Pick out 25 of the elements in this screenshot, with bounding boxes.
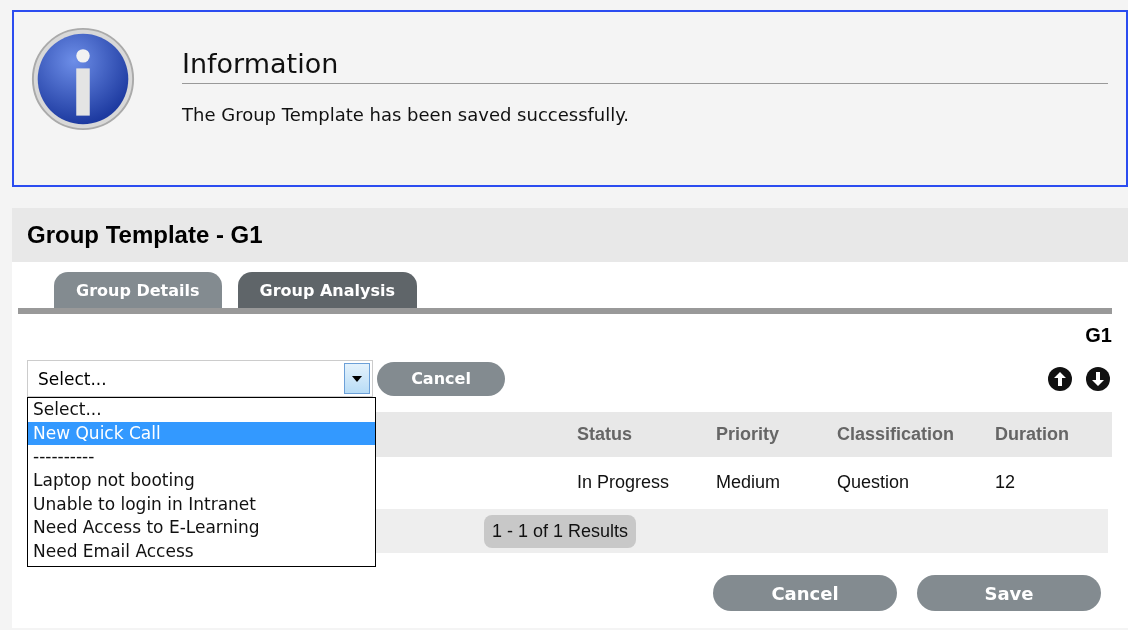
arrow-down-icon[interactable]	[1086, 366, 1110, 391]
column-header: Status	[577, 424, 633, 445]
reference-label: G1	[1085, 324, 1112, 346]
dropdown-option[interactable]: ----------	[28, 445, 375, 470]
dropdown-option[interactable]: Laptop not booting	[28, 469, 375, 493]
info-icon	[30, 26, 136, 132]
info-message: The Group Template has been saved successfully.	[182, 104, 631, 125]
dropdown-option[interactable]: Need Access to E-Learning	[28, 516, 375, 541]
dropdown-option[interactable]: Need Email Access	[28, 540, 375, 564]
results-count: 1 - 1 of 1 Results	[484, 514, 637, 548]
table-cell-text: In Progress	[577, 471, 671, 493]
template-dropdown[interactable]: Select...	[27, 360, 373, 397]
panel-title: Group Template - G1	[27, 221, 263, 249]
table-cell-text: Question	[837, 471, 911, 493]
dropdown-option[interactable]: Select...	[28, 398, 375, 422]
table-cell-text: 12	[995, 471, 1017, 493]
arrow-up-icon[interactable]	[1048, 366, 1072, 391]
column-header: Duration	[995, 424, 1070, 445]
column-header: Classification	[837, 424, 956, 445]
column-header: Priority	[716, 424, 781, 445]
info-title: Information	[182, 48, 1108, 84]
dropdown-option[interactable]: Unable to login in Intranet	[28, 492, 375, 517]
tab[interactable]: Group Analysis	[237, 272, 417, 308]
table-cell-text: Medium	[716, 471, 782, 493]
caret-icon	[344, 363, 370, 394]
